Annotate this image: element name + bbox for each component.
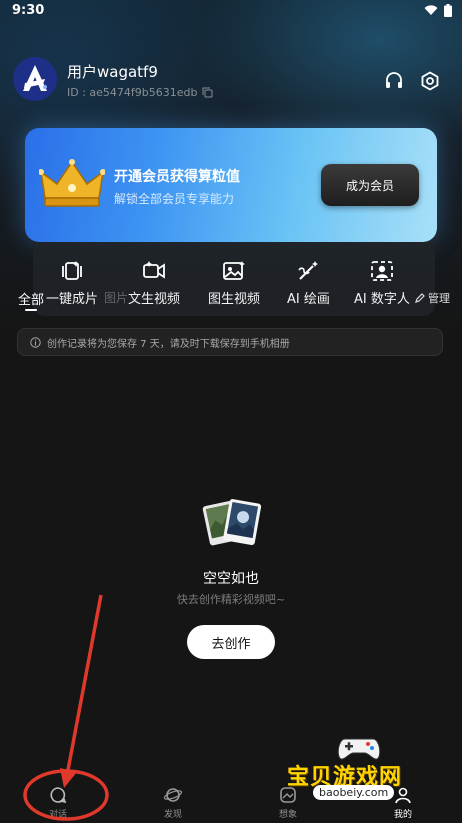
- edit-icon: [415, 293, 425, 303]
- digital-human-icon: [371, 261, 393, 281]
- tool-ai-digital-human[interactable]: AI 数字人: [354, 260, 410, 307]
- film-edit-icon: [62, 261, 82, 280]
- avatar[interactable]: [13, 57, 57, 101]
- copy-icon[interactable]: [202, 87, 213, 98]
- tool-text-to-video[interactable]: 文生视频: [128, 260, 180, 307]
- empty-subtitle: 快去创作精彩视频吧~: [176, 593, 286, 606]
- manage-button[interactable]: 管理: [415, 290, 450, 306]
- empty-photos-icon: [202, 499, 262, 546]
- nav-label: 发现: [163, 810, 182, 820]
- tool-label: 一键成片: [46, 292, 99, 307]
- tool-label: 文生视频: [128, 292, 181, 307]
- retention-notice: 创作记录将为您保存 7 天，请及时下载保存到手机相册: [17, 328, 443, 356]
- tool-ai-painting[interactable]: AI 绘画: [287, 260, 330, 307]
- username: 用户wagatf9: [67, 63, 158, 81]
- tool-one-click-film[interactable]: 一键成片: [46, 260, 98, 307]
- tool-label: AI 数字人: [354, 292, 410, 307]
- nav-item-discover[interactable]: 发现: [153, 786, 193, 820]
- gamepad-icon: [337, 738, 381, 760]
- annotation-arrow: [66, 594, 103, 771]
- headset-icon: [386, 72, 402, 88]
- video-camera-icon: [143, 261, 165, 279]
- magic-wand-icon: [298, 261, 319, 280]
- notice-text: 创作记录将为您保存 7 天，请及时下载保存到手机相册: [47, 338, 290, 350]
- become-member-button[interactable]: 成为会员: [321, 164, 419, 206]
- tool-label: AI 绘画: [287, 292, 330, 307]
- user-id: ID : ae5474f9b5631edb: [67, 86, 213, 99]
- status-time: 9:30: [12, 3, 45, 18]
- watermark: 宝贝游戏网 baobeiy.com: [283, 735, 453, 815]
- watermark-url: baobeiy.com: [313, 785, 395, 800]
- crown-icon: [39, 159, 105, 207]
- info-icon: [30, 336, 41, 348]
- go-create-button[interactable]: 去创作: [187, 625, 275, 659]
- app-logo-icon: [23, 65, 47, 91]
- planet-icon: [164, 788, 182, 802]
- tool-image-to-video[interactable]: 图生视频: [208, 260, 260, 307]
- tab-underline: [25, 309, 37, 311]
- empty-title: 空空如也: [203, 571, 259, 587]
- tab-all[interactable]: 全部: [18, 289, 44, 308]
- vip-title: 开通会员获得算粒值: [114, 169, 240, 185]
- vip-subtitle: 解锁全部会员专享能力: [114, 192, 235, 206]
- tool-label: 图生视频: [208, 292, 261, 307]
- status-bar: 9:30: [0, 0, 462, 22]
- wifi-icon: [424, 5, 438, 15]
- settings-button[interactable]: [417, 68, 443, 94]
- gear-icon: [421, 71, 439, 91]
- tab-images[interactable]: 图片: [104, 289, 128, 306]
- annotation-arrowhead: [60, 768, 77, 788]
- customer-service-button[interactable]: [381, 68, 407, 94]
- battery-icon: [444, 4, 452, 17]
- user-id-text: ID : ae5474f9b5631edb: [67, 86, 198, 99]
- manage-label: 管理: [428, 292, 450, 305]
- vip-banner[interactable]: 开通会员获得算粒值 解锁全部会员专享能力 成为会员: [25, 128, 437, 242]
- nav-item-chat[interactable]: 对话: [38, 786, 78, 820]
- status-icons: [424, 4, 452, 17]
- image-icon: [223, 261, 245, 280]
- chat-icon: [50, 787, 67, 804]
- nav-label: 对话: [48, 810, 67, 820]
